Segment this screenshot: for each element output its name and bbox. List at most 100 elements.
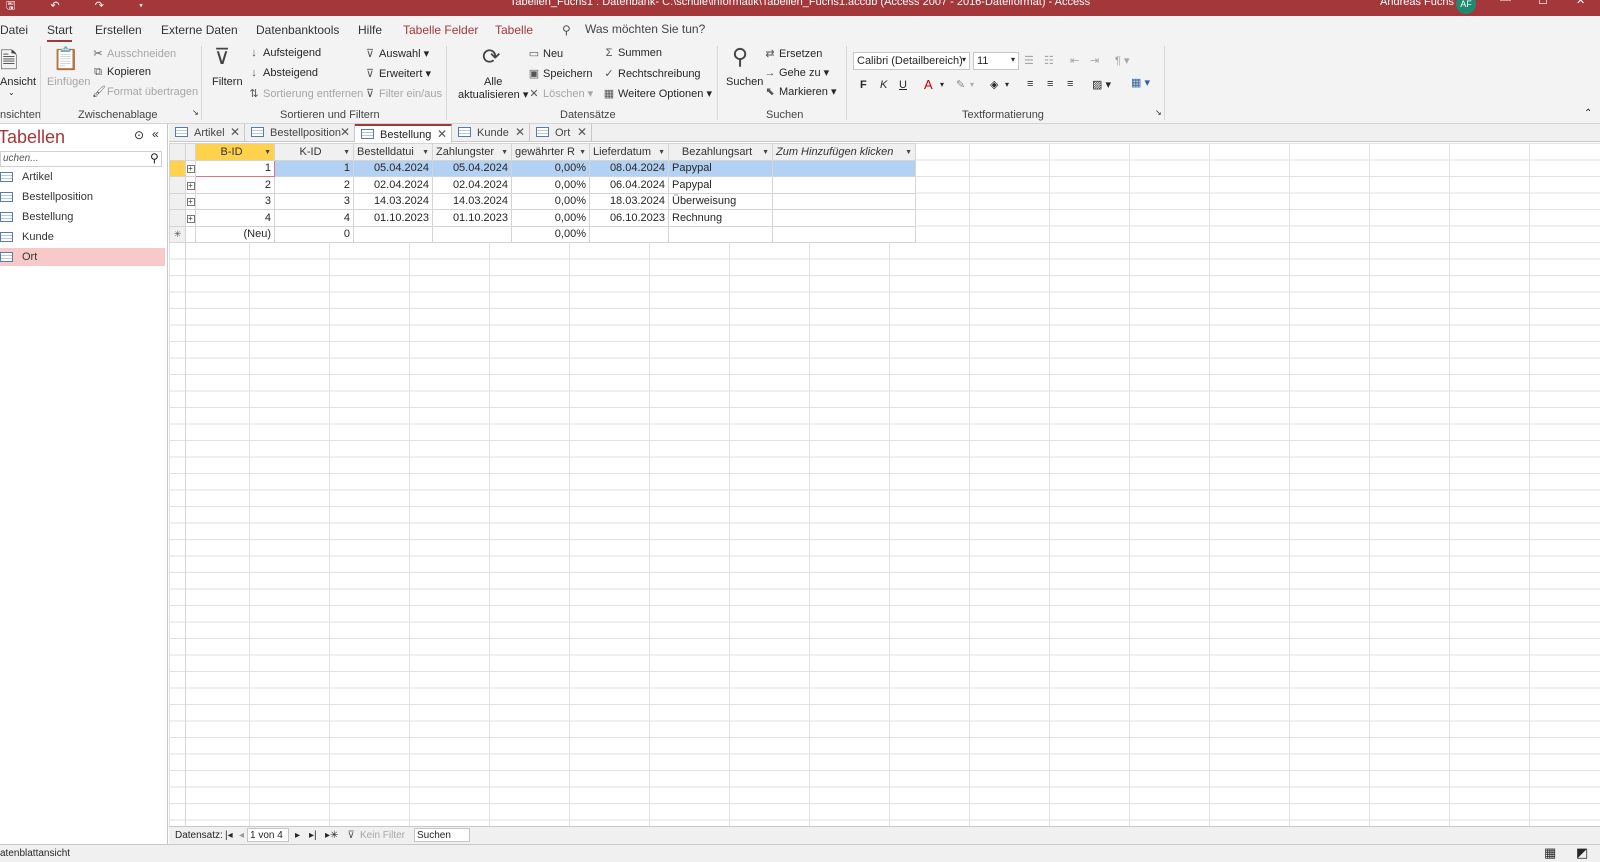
last-record-icon[interactable]: ▸| — [309, 830, 317, 841]
cell[interactable] — [772, 209, 916, 227]
cell[interactable]: Papypal — [668, 159, 773, 177]
record-search-input[interactable]: Suchen — [414, 828, 470, 842]
cell[interactable]: 1 — [195, 159, 275, 177]
tab-erstellen[interactable]: Erstellen — [95, 23, 142, 37]
alle-label[interactable]: Alle — [484, 76, 502, 88]
cell[interactable] — [589, 225, 669, 243]
font-select[interactable]: Calibri (Detailbereich) ▾ — [853, 52, 970, 70]
tab-datenbanktools[interactable]: Datenbanktools — [256, 23, 339, 37]
new-record-icon[interactable]: ✳ — [169, 225, 186, 243]
cell[interactable] — [432, 225, 512, 243]
cell[interactable] — [772, 159, 916, 177]
cell[interactable]: 0,00% — [511, 225, 590, 243]
cell[interactable] — [353, 225, 433, 243]
close-icon[interactable]: ✕ — [515, 125, 525, 139]
add-column-header[interactable]: Zum Hinzufügen klicken ▼ — [772, 143, 916, 161]
cell[interactable]: 4 — [274, 209, 354, 227]
doc-tab-bestellung[interactable]: Bestellung ✕ — [355, 124, 452, 143]
table-row[interactable]: + 4 4 01.10.2023 01.10.2023 0,00% 06.10.… — [169, 209, 916, 227]
alt-row-color-icon[interactable]: ▨ ▾ — [1092, 78, 1111, 91]
aufsteigend-button[interactable]: ↓ Aufsteigend — [248, 47, 321, 59]
doc-tab-ort[interactable]: Ort ✕ — [530, 124, 592, 142]
cell[interactable]: 2 — [274, 176, 354, 194]
nav-item-bestellung[interactable]: Bestellung — [0, 208, 165, 226]
no-filter-button[interactable]: ⊽ Kein Filter — [345, 830, 405, 841]
cell[interactable]: Überweisung — [668, 192, 773, 210]
cell[interactable]: 0,00% — [511, 192, 590, 210]
einfuegen-button[interactable]: Einfügen — [47, 76, 90, 88]
record-selector[interactable] — [169, 209, 186, 227]
close-icon[interactable]: ✕ — [437, 127, 447, 141]
summen-button[interactable]: Σ Summen — [603, 47, 662, 59]
weitere-optionen-button[interactable]: ▦ Weitere Optionen ▾ — [603, 87, 712, 100]
cell[interactable]: 0,00% — [511, 159, 590, 177]
cell[interactable] — [772, 176, 916, 194]
collapse-ribbon-icon[interactable]: ⌃ — [1584, 108, 1592, 119]
font-size-select[interactable]: 11 ▾ — [973, 52, 1019, 70]
paragraph-direction-icon[interactable]: ¶ ▾ — [1115, 54, 1130, 67]
nav-item-kunde[interactable]: Kunde — [0, 228, 165, 246]
doc-tab-artikel[interactable]: Artikel ✕ — [169, 124, 245, 142]
record-selector[interactable] — [169, 159, 186, 177]
cell[interactable]: 02.04.2024 — [432, 176, 512, 194]
table-row[interactable]: + 3 3 14.03.2024 14.03.2024 0,00% 18.03.… — [169, 192, 916, 210]
doc-tab-kunde[interactable]: Kunde ✕ — [452, 124, 530, 142]
column-header-k-id[interactable]: K-ID ▼ — [274, 143, 354, 161]
cell[interactable]: 18.03.2024 — [589, 192, 669, 210]
expand-button[interactable]: + — [185, 176, 196, 194]
minimize-button[interactable]: — — [1500, 0, 1511, 6]
tab-tabelle-felder[interactable]: Tabelle Felder — [403, 23, 478, 37]
cell[interactable]: 0 — [274, 225, 354, 243]
close-icon[interactable]: ✕ — [577, 125, 587, 139]
cell[interactable] — [772, 192, 916, 210]
cell[interactable]: 06.04.2024 — [589, 176, 669, 194]
font-color-icon[interactable]: A — [924, 77, 933, 92]
column-dropdown-icon[interactable]: ▼ — [422, 149, 429, 156]
align-left-icon[interactable]: ≡ — [1027, 78, 1033, 90]
cell[interactable]: 01.10.2023 — [353, 209, 433, 227]
gehe-zu-button[interactable]: → Gehe zu ▾ — [764, 66, 830, 79]
expand-button[interactable]: + — [185, 159, 196, 177]
cell[interactable]: 3 — [195, 192, 275, 210]
close-icon[interactable]: ✕ — [340, 125, 350, 139]
cell[interactable]: 14.03.2024 — [353, 192, 433, 210]
doc-tab-bestellposition[interactable]: Bestellposition ✕ — [245, 124, 355, 142]
tab-start[interactable]: Start — [47, 23, 73, 42]
column-dropdown-icon[interactable]: ▼ — [658, 149, 665, 156]
column-dropdown-icon[interactable]: ▼ — [905, 149, 912, 156]
rechtschreibung-button[interactable]: ✓ Rechtschreibung — [603, 67, 700, 80]
speichern-button[interactable]: ▣ Speichern — [528, 67, 593, 80]
expand-button[interactable]: + — [185, 209, 196, 227]
cell[interactable]: 02.04.2024 — [353, 176, 433, 194]
collapse-nav-icon[interactable]: « — [152, 127, 159, 141]
cell[interactable]: 0,00% — [511, 176, 590, 194]
record-selector[interactable] — [169, 176, 186, 194]
column-header-rabatt[interactable]: gewährter R ▼ — [511, 143, 590, 161]
nav-menu-icon[interactable]: ⊙ — [134, 128, 144, 142]
nav-title[interactable]: Tabellen — [0, 127, 65, 148]
cell[interactable]: Papypal — [668, 176, 773, 194]
column-dropdown-icon[interactable]: ▼ — [343, 149, 350, 156]
column-header-zahlungstermin[interactable]: Zahlungster ▼ — [432, 143, 512, 161]
sortierung-entfernen-button[interactable]: ⇅ Sortierung entfernen — [248, 87, 363, 100]
column-dropdown-icon[interactable]: ▼ — [762, 149, 769, 156]
text-launcher-icon[interactable]: ↘ — [1155, 108, 1162, 117]
kopieren-button[interactable]: ⧉ Kopieren — [92, 66, 151, 79]
user-name[interactable]: Andreas Fuchs — [1380, 0, 1454, 8]
column-header-bezahlungsart[interactable]: Bezahlungsart ▼ — [668, 143, 773, 161]
cell[interactable]: Rechnung — [668, 209, 773, 227]
design-view-icon[interactable]: ◩ — [1576, 845, 1588, 861]
new-record-row[interactable]: ✳ (Neu) 0 0,00% — [169, 225, 916, 243]
cell[interactable]: 01.10.2023 — [432, 209, 512, 227]
markieren-button[interactable]: ⬉ Markieren ▾ — [764, 85, 836, 98]
underline-icon[interactable]: U — [899, 79, 907, 91]
tab-datei[interactable]: Datei — [0, 23, 28, 37]
bullet-list-icon[interactable]: ☰ — [1024, 54, 1034, 67]
filtern-button[interactable]: Filtern — [212, 76, 243, 88]
close-window-button[interactable]: ✕ — [1576, 0, 1585, 7]
absteigend-button[interactable]: ↓ Absteigend — [248, 67, 318, 79]
column-header-b-id[interactable]: B-ID ▼ — [195, 143, 275, 161]
gridlines-icon[interactable]: ▦ ▾ — [1131, 76, 1150, 89]
ausschneiden-button[interactable]: ✂ Ausschneiden — [92, 47, 176, 60]
nav-item-bestellposition[interactable]: Bestellposition — [0, 188, 165, 206]
